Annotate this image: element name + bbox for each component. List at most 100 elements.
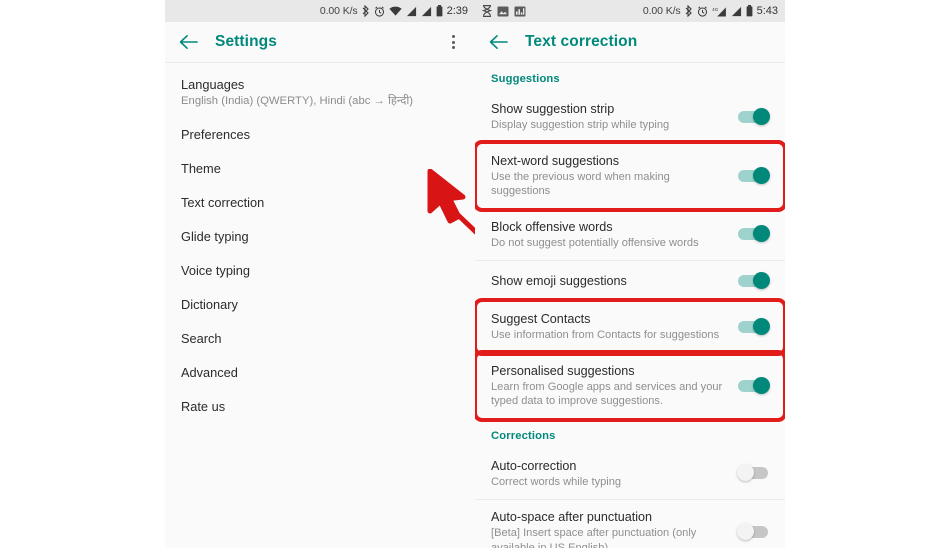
network-speed-label: 0.00 K/s [642, 5, 681, 17]
network-speed-label: 0.00 K/s [319, 5, 358, 17]
toggle-thumb [753, 225, 770, 243]
sidebar-item-glide-typing[interactable]: Glide typing [165, 220, 475, 254]
screenshot-root: 0.00 K/s 2:39 Settings Languages English… [0, 0, 950, 548]
right-app-bar: Text correction [475, 22, 785, 62]
list-item-title: Languages [181, 77, 245, 92]
left-status-bar: 0.00 K/s 2:39 [165, 0, 475, 22]
list-item-subtitle: English (India) (QWERTY), Hindi (abc → ह… [181, 95, 414, 107]
pref-text: Auto-space after punctuation [Beta] Inser… [491, 509, 738, 548]
text-correction-settings: Suggestions Show suggestion strip Display … [475, 62, 785, 548]
list-item-title: Voice typing [181, 263, 251, 278]
sidebar-item-search[interactable]: Search [165, 322, 475, 356]
chart-icon [514, 6, 526, 17]
pref-row-auto-space-after-punctuation[interactable]: Auto-space after punctuation [Beta] Inser… [475, 499, 785, 548]
pref-title: Auto-correction [491, 458, 577, 473]
sidebar-item-voice-typing[interactable]: Voice typing [165, 254, 475, 288]
sidebar-item-text-correction[interactable]: Text correction [165, 186, 475, 220]
toggle-block-offensive-words[interactable] [738, 225, 771, 243]
pref-title: Block offensive words [491, 219, 613, 234]
list-item-title: Rate us [181, 399, 226, 414]
list-item-title: Preferences [181, 127, 250, 142]
sidebar-item-theme[interactable]: Theme [165, 152, 475, 186]
pref-title: Suggest Contacts [491, 312, 591, 326]
list-item-title: Theme [181, 161, 221, 176]
pref-title: Show emoji suggestions [491, 273, 627, 288]
toggle-thumb [753, 376, 770, 394]
pref-text: Auto-correction Correct words while typin… [491, 458, 738, 490]
section-header-corrections: Corrections [491, 429, 556, 442]
overflow-menu-icon[interactable] [443, 31, 463, 53]
toggle-thumb [737, 523, 754, 540]
pref-row-block-offensive-words[interactable]: Block offensive words Do not suggest pote… [475, 208, 785, 260]
svg-text:4G: 4G [712, 6, 719, 11]
toggle-suggest-contacts[interactable] [738, 317, 771, 335]
status-time: 5:43 [756, 5, 778, 17]
back-arrow-icon[interactable] [487, 31, 509, 53]
signal-icon-2 [421, 6, 432, 17]
page-title: Text correction [525, 33, 638, 50]
pref-title: Personalised suggestions [491, 363, 635, 378]
pref-subtitle: Do not suggest potentially offensive wor… [491, 236, 699, 249]
list-item-title: Search [181, 331, 222, 346]
sidebar-item-rate-us[interactable]: Rate us [165, 390, 475, 424]
pref-row-suggest-contacts[interactable]: Suggest Contacts Use information from Con… [475, 301, 785, 353]
back-arrow-icon[interactable] [177, 31, 199, 53]
list-item-title: Advanced [181, 365, 238, 380]
right-status-bar: 0.00 K/s 4G 5:43 [475, 0, 785, 22]
toggle-thumb [753, 107, 770, 125]
screenshot-icon [497, 6, 509, 17]
signal-icon-2 [731, 6, 742, 17]
toggle-thumb [753, 271, 770, 289]
hourglass-icon [482, 5, 492, 17]
pref-subtitle: Display suggestion strip while typing [491, 119, 670, 131]
pref-text: Personalised suggestions Learn from Googl… [491, 363, 738, 409]
list-item-title: Text correction [181, 195, 265, 210]
pref-text: Suggest Contacts Use information from Con… [491, 311, 738, 343]
left-app-bar: Settings [165, 22, 475, 62]
toggle-thumb [753, 166, 770, 184]
toggle-show-emoji-suggestions[interactable] [738, 271, 771, 289]
pref-row-show-suggestion-strip[interactable]: Show suggestion strip Display suggestion … [475, 92, 785, 143]
pref-text: Block offensive words Do not suggest pote… [491, 219, 738, 251]
pref-title: Show suggestion strip [491, 102, 615, 116]
toggle-auto-space-after-punctuation[interactable] [737, 523, 771, 540]
toggle-next-word-suggestions[interactable] [738, 166, 771, 184]
battery-icon [436, 5, 443, 17]
pref-row-personalised-suggestions[interactable]: Personalised suggestions Learn from Googl… [475, 352, 785, 419]
wifi-icon [388, 6, 402, 17]
toggle-show-suggestion-strip[interactable] [738, 107, 771, 125]
sidebar-item-preferences[interactable]: Preferences [165, 118, 475, 152]
left-phone-screen: 0.00 K/s 2:39 Settings Languages English… [165, 0, 475, 548]
right-phone-screen: 0.00 K/s 4G 5:43 Text correction Suggest… [475, 0, 785, 548]
sidebar-item-dictionary[interactable]: Dictionary [165, 288, 475, 322]
pref-title: Next-word suggestions [491, 153, 620, 168]
pref-subtitle: Correct words while typing [491, 475, 622, 488]
settings-list: Languages English (India) (QWERTY), Hindi… [165, 62, 475, 424]
toggle-thumb [753, 317, 770, 335]
toggle-auto-correction[interactable] [737, 464, 771, 482]
battery-icon [746, 5, 753, 17]
pref-row-auto-correction[interactable]: Auto-correction Correct words while typin… [475, 448, 785, 499]
pref-row-next-word-suggestions[interactable]: Next-word suggestions Use the previous wo… [475, 142, 785, 209]
list-item-title: Glide typing [181, 229, 249, 244]
pref-title: Auto-space after punctuation [491, 510, 653, 524]
pref-subtitle: [Beta] Insert space after punctuation (o… [491, 527, 697, 548]
list-item-title: Dictionary [181, 297, 238, 312]
sidebar-item-languages[interactable]: Languages English (India) (QWERTY), Hindi… [165, 68, 475, 118]
pref-subtitle: Use the previous word when making sugges… [491, 170, 670, 198]
pref-row-show-emoji-suggestions[interactable]: Show emoji suggestions [475, 260, 785, 301]
sidebar-item-advanced[interactable]: Advanced [165, 356, 475, 390]
status-time: 2:39 [446, 5, 468, 17]
pref-text: Show suggestion strip Display suggestion … [491, 101, 738, 133]
page-title: Settings [215, 33, 277, 50]
alarm-icon [374, 5, 385, 17]
signal-icon [406, 6, 417, 17]
pref-text: Next-word suggestions Use the previous wo… [491, 153, 738, 199]
pref-subtitle: Learn from Google apps and services and … [491, 380, 723, 408]
section-header-suggestions: Suggestions [491, 73, 560, 85]
alarm-icon [697, 5, 708, 17]
pref-text: Show emoji suggestions [491, 273, 738, 289]
pref-subtitle: Use information from Contacts for sugges… [491, 329, 720, 341]
toggle-personalised-suggestions[interactable] [738, 376, 771, 394]
signal-4g-icon: 4G [712, 6, 727, 17]
